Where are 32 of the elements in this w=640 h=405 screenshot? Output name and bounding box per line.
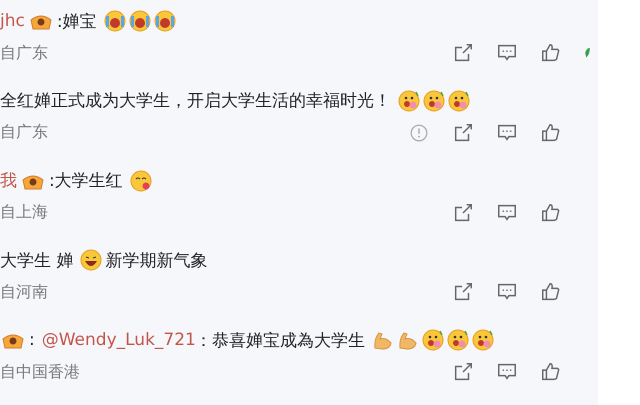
share-icon[interactable] xyxy=(452,122,474,144)
thumbs-up-icon[interactable] xyxy=(540,202,562,224)
comment-text: 大学生 婵 xyxy=(0,250,74,272)
thumbs-up-icon[interactable] xyxy=(540,42,562,64)
comment-text: ：恭喜婵宝成為大学生 xyxy=(194,330,365,352)
mention-link[interactable]: @Wendy_Luk_721 xyxy=(42,330,196,350)
flower-emoji-icon xyxy=(422,329,444,352)
flower-emoji-icon xyxy=(448,90,470,112)
blushing-emoji-icon xyxy=(130,170,152,192)
laughing-emoji-icon xyxy=(80,249,102,272)
location-label: 自上海 xyxy=(0,202,49,224)
username[interactable]: jhc xyxy=(0,11,25,31)
comment-text: 新学期新气象 xyxy=(105,250,208,272)
crying-emoji-icon xyxy=(104,10,126,32)
comment-text: :婵宝 xyxy=(56,10,97,32)
thumbs-up-icon[interactable] xyxy=(540,122,562,144)
share-icon[interactable] xyxy=(452,42,474,64)
flower-emoji-icon xyxy=(446,329,469,352)
share-icon[interactable] xyxy=(452,202,474,224)
crying-emoji-icon xyxy=(128,10,151,32)
comment-text: 全红婵正式成为大学生，开启大学生活的幸福时光！ xyxy=(0,90,391,112)
location-label: 自广东 xyxy=(0,42,49,64)
location-label: 自广东 xyxy=(0,122,49,144)
username[interactable]: 我 xyxy=(0,169,17,192)
comment-text: :大学生红 xyxy=(49,170,123,192)
flower-emoji-icon xyxy=(423,90,445,112)
comment-text: : xyxy=(29,330,35,350)
flower-emoji-icon xyxy=(398,90,420,112)
location-label: 自中国香港 xyxy=(0,362,81,383)
flower-emoji-icon xyxy=(472,329,494,352)
location-label: 自河南 xyxy=(0,282,49,303)
crying-emoji-icon xyxy=(154,10,176,32)
